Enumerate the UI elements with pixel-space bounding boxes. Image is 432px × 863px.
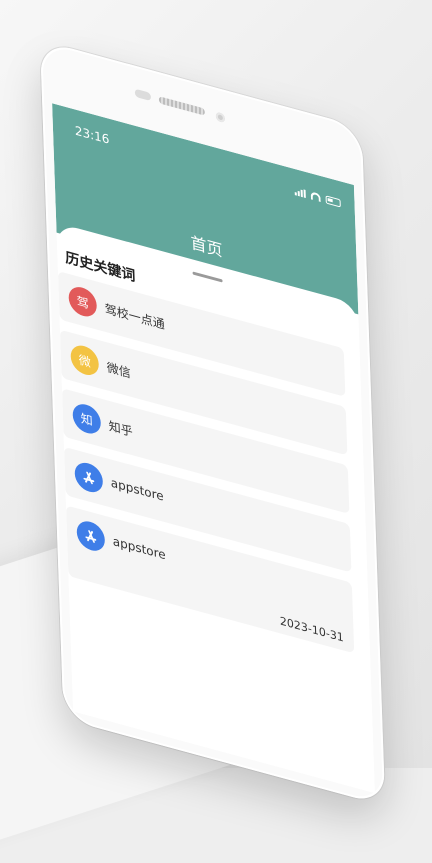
battery-icon <box>325 195 341 208</box>
appstore-icon <box>74 459 104 496</box>
jiaxiao-icon: 驾 <box>68 283 98 320</box>
status-icons <box>294 187 341 208</box>
weixin-icon: 微 <box>70 342 100 379</box>
signal-icon <box>294 187 306 199</box>
item-label: 微信 <box>106 360 131 381</box>
sensor <box>134 88 152 102</box>
status-time: 23:16 <box>74 123 110 147</box>
appstore-icon <box>76 518 106 554</box>
item-date: 2023-10-31 <box>279 614 345 645</box>
item-label: appstore <box>112 533 166 563</box>
item-label: 驾校一点通 <box>104 301 165 332</box>
item-label: 知乎 <box>108 418 134 440</box>
item-label: appstore <box>110 475 164 504</box>
screen: 23:16 首页 历史关键词 驾 驾校一点通 微 微信 知 知乎 appstor… <box>52 103 375 794</box>
speaker-grille <box>158 96 205 116</box>
drag-handle[interactable] <box>192 271 223 283</box>
wifi-icon <box>310 191 321 203</box>
history-panel: 历史关键词 驾 驾校一点通 微 微信 知 知乎 appstore appstor… <box>56 222 375 794</box>
phone-frame: 23:16 首页 历史关键词 驾 驾校一点通 微 微信 知 知乎 appstor… <box>40 40 386 806</box>
front-camera <box>215 111 226 124</box>
zhihu-icon: 知 <box>72 400 102 437</box>
